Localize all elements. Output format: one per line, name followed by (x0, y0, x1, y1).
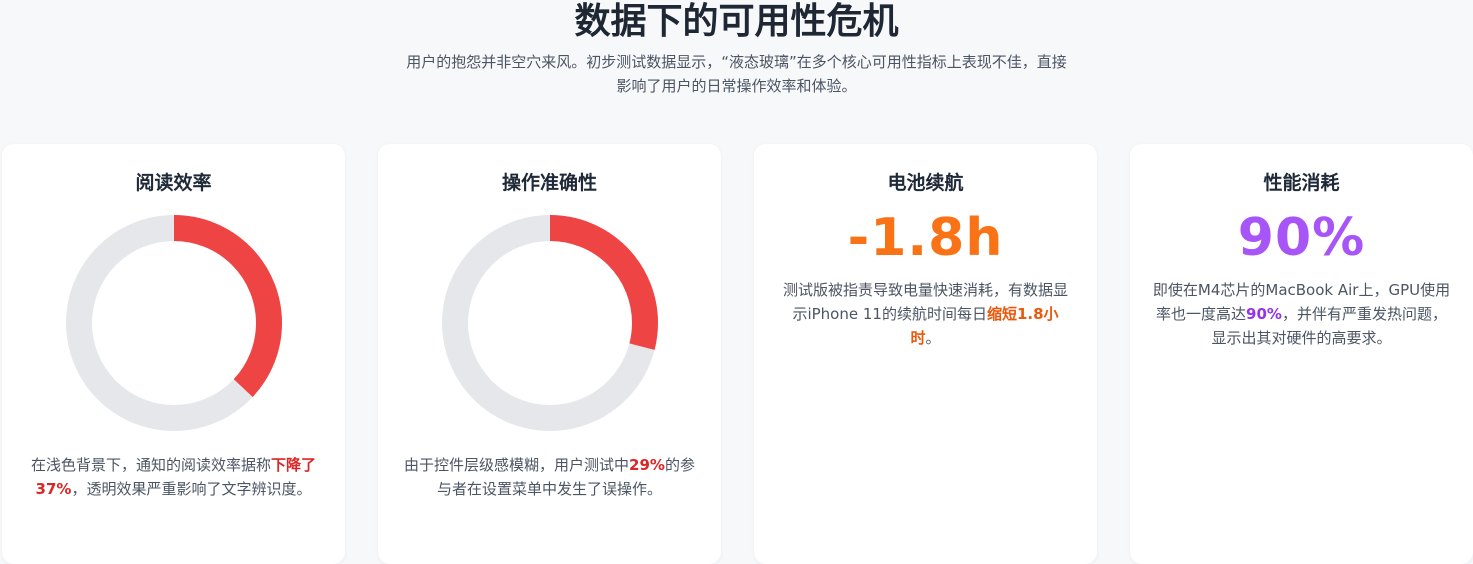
card-title: 电池续航 (887, 172, 964, 194)
card-performance-consumption: 性能消耗 90% 即使在M4芯片的MacBook Air上，GPU使用率也一度高… (1130, 144, 1473, 564)
desc-text: 。 (925, 329, 941, 347)
desc-highlight: 29% (629, 456, 665, 474)
card-title: 性能消耗 (1263, 172, 1340, 194)
operation-accuracy-donut-chart (441, 215, 658, 431)
card-description: 由于控件层级感模糊，用户测试中29%的参与者在设置菜单中发生了误操作。 (400, 453, 700, 501)
page-header: 数据下的可用性危机 用户的抱怨并非空穴来风。初步测试数据显示，“液态玻璃”在多个… (0, 0, 1473, 98)
card-battery-life: 电池续航 -1.8h 测试版被指责导致电量快速消耗，有数据显示iPhone 11… (754, 144, 1097, 564)
desc-text: ，透明效果严重影响了文字辨识度。 (71, 480, 312, 498)
page-subtitle: 用户的抱怨并非空穴来风。初步测试数据显示，“液态玻璃”在多个核心可用性指标上表现… (406, 53, 1067, 95)
desc-text: 在浅色背景下，通知的阅读效率据称 (30, 456, 271, 474)
card-operation-accuracy: 操作准确性 由于控件层级感模糊，用户测试中29%的参与者在设置菜单中发生了误操作… (378, 144, 721, 564)
card-description: 在浅色背景下，通知的阅读效率据称下降了37%，透明效果严重影响了文字辨识度。 (26, 453, 322, 501)
performance-stat-value: 90% (1237, 208, 1366, 268)
page-title: 数据下的可用性危机 (574, 1, 899, 42)
desc-highlight: 90% (1246, 305, 1282, 323)
card-reading-efficiency: 阅读效率 在浅色背景下，通知的阅读效率据称下降了37%，透明效果严重影响了文字辨… (2, 144, 345, 564)
battery-stat-value: -1.8h (847, 208, 1004, 268)
card-description: 即使在M4芯片的MacBook Air上，GPU使用率也一度高达90%，并伴有严… (1152, 278, 1452, 350)
metric-cards: 阅读效率 在浅色背景下，通知的阅读效率据称下降了37%，透明效果严重影响了文字辨… (2, 144, 1473, 564)
card-title: 操作准确性 (501, 172, 597, 194)
card-title: 阅读效率 (135, 172, 212, 194)
desc-text: 由于控件层级感模糊，用户测试中 (404, 456, 630, 474)
reading-efficiency-donut-chart (65, 215, 282, 431)
card-description: 测试版被指责导致电量快速消耗，有数据显示iPhone 11的续航时间每日缩短1.… (778, 278, 1074, 350)
